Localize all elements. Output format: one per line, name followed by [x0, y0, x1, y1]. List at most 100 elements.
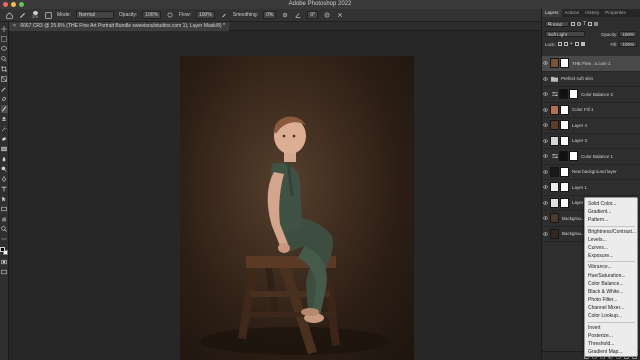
layer-mask-thumbnail[interactable] — [569, 151, 578, 162]
menu-item[interactable]: Selective Color... — [585, 356, 637, 360]
menu-item[interactable]: Curves... — [585, 244, 637, 252]
menu-item[interactable]: Posterize... — [585, 332, 637, 340]
type-tool-icon[interactable] — [1, 185, 8, 193]
visibility-eye-icon[interactable] — [542, 92, 549, 96]
document-tab[interactable]: × 6667.CR3 @ 25.6% (THE Fine Art Portrai… — [9, 22, 229, 31]
hand-tool-icon[interactable] — [1, 215, 8, 223]
layer-mask-thumbnail[interactable] — [560, 182, 569, 193]
layer-thumbnail[interactable] — [550, 182, 559, 193]
folder-icon[interactable] — [551, 75, 558, 82]
frame-tool-icon[interactable] — [1, 75, 8, 83]
layer-filter-select[interactable]: Kind — [545, 21, 569, 27]
filter-adjustment-icon[interactable] — [577, 22, 581, 26]
lock-position-icon[interactable]: + — [570, 41, 573, 47]
lasso-tool-icon[interactable] — [1, 45, 8, 53]
visibility-eye-icon[interactable] — [542, 108, 549, 112]
menu-item[interactable]: Gradient... — [585, 208, 637, 216]
layer-row[interactable]: Color Balance 1 — [542, 149, 640, 165]
visibility-eye-icon[interactable] — [542, 61, 549, 65]
menu-item[interactable]: Color Balance... — [585, 280, 637, 288]
brush-angle-icon[interactable] — [294, 11, 302, 19]
marquee-tool-icon[interactable] — [1, 35, 8, 43]
visibility-eye-icon[interactable] — [542, 170, 549, 174]
zoom-tool-icon[interactable] — [1, 225, 8, 233]
layer-row[interactable]: Layer 1 — [542, 180, 640, 196]
pressure-size-icon[interactable] — [323, 11, 331, 19]
menu-item[interactable]: Hue/Saturation... — [585, 272, 637, 280]
layer-thumbnail[interactable] — [559, 89, 568, 100]
menu-item[interactable]: Exposure... — [585, 252, 637, 260]
visibility-eye-icon[interactable] — [542, 201, 549, 205]
layer-thumbnail[interactable] — [550, 197, 559, 208]
layer-mask-thumbnail[interactable] — [560, 58, 569, 69]
filter-type-icon[interactable]: T — [583, 21, 586, 27]
blend-mode-select[interactable]: Soft Light — [545, 31, 585, 37]
gradient-tool-icon[interactable] — [1, 145, 8, 153]
layer-thumbnail[interactable] — [550, 166, 559, 177]
mode-select[interactable]: Normal — [75, 11, 114, 19]
home-icon[interactable] — [5, 11, 13, 19]
layer-thumbnail[interactable] — [550, 104, 559, 115]
visibility-eye-icon[interactable] — [542, 123, 549, 127]
layer-mask-thumbnail[interactable] — [560, 120, 569, 131]
close-tab-icon[interactable]: × — [13, 22, 16, 31]
dodge-tool-icon[interactable] — [1, 165, 8, 173]
minimize-window-button[interactable] — [11, 2, 16, 7]
smoothing-field[interactable]: 0% — [263, 11, 277, 19]
menu-item[interactable]: Channel Mixer... — [585, 304, 637, 312]
color-swatches[interactable] — [0, 247, 8, 256]
rectangle-tool-icon[interactable] — [1, 205, 8, 213]
filter-shape-icon[interactable] — [588, 22, 593, 26]
layer-thumbnail[interactable] — [559, 151, 568, 162]
visibility-eye-icon[interactable] — [542, 139, 549, 143]
airbrush-icon[interactable] — [220, 11, 228, 19]
menu-item[interactable]: Brightness/Contrast... — [585, 228, 637, 236]
visibility-eye-icon[interactable] — [542, 154, 549, 158]
layer-thumbnail[interactable] — [550, 58, 559, 69]
tab-actions[interactable]: Actions — [562, 9, 583, 17]
flow-field[interactable]: 100% — [196, 11, 215, 19]
move-tool-icon[interactable] — [1, 25, 8, 33]
brush-size-icon[interactable]: 270 — [31, 11, 39, 19]
tab-history[interactable]: History — [582, 9, 602, 17]
brush-tool-preset-icon[interactable] — [18, 11, 26, 19]
menu-item[interactable]: Levels... — [585, 236, 637, 244]
layer-mask-thumbnail[interactable] — [560, 197, 569, 208]
smoothing-settings-icon[interactable] — [281, 11, 289, 19]
more-tools-icon[interactable] — [1, 235, 8, 243]
clone-stamp-tool-icon[interactable] — [1, 115, 8, 123]
layer-mask-thumbnail[interactable] — [560, 135, 569, 146]
quick-select-tool-icon[interactable] — [1, 55, 8, 63]
close-window-button[interactable] — [3, 2, 8, 7]
menu-item[interactable]: Threshold... — [585, 340, 637, 348]
symmetry-icon[interactable] — [336, 11, 344, 19]
canvas-area[interactable] — [9, 31, 541, 360]
menu-item[interactable]: Color Lookup... — [585, 312, 637, 320]
layer-thumbnail[interactable] — [550, 120, 559, 131]
pressure-opacity-icon[interactable] — [166, 11, 174, 19]
layer-mask-thumbnail[interactable] — [560, 166, 569, 177]
layer-row[interactable]: Layer 3 — [542, 134, 640, 149]
fill-field[interactable]: 100% — [619, 41, 637, 47]
layer-row[interactable]: Color Fill 1 — [542, 103, 640, 118]
brush-tool-icon[interactable] — [0, 105, 8, 113]
lock-all-icon[interactable] — [580, 42, 585, 46]
eyedropper-tool-icon[interactable] — [1, 85, 8, 93]
menu-item[interactable]: Black & White... — [585, 288, 637, 296]
panel-opacity-field[interactable]: 100% — [619, 31, 637, 37]
brush-settings-icon[interactable] — [44, 11, 52, 19]
layer-row[interactable]: Layer 4 — [542, 118, 640, 134]
path-selection-tool-icon[interactable] — [1, 195, 8, 203]
visibility-eye-icon[interactable] — [542, 77, 549, 81]
menu-item[interactable]: Photo Filter... — [585, 296, 637, 304]
menu-item[interactable]: Solid Color... — [585, 200, 637, 208]
layer-thumbnail[interactable] — [550, 135, 559, 146]
visibility-eye-icon[interactable] — [542, 185, 549, 189]
layer-row[interactable]: Perfect soft skin — [542, 72, 640, 87]
layer-row[interactable]: THE Fine...s.com 1 — [542, 56, 640, 72]
layer-row[interactable]: Color Balance 2 — [542, 87, 640, 103]
layer-thumbnail[interactable] — [550, 213, 559, 224]
screen-mode-icon[interactable] — [1, 268, 8, 276]
foreground-color-swatch[interactable] — [0, 247, 5, 252]
lock-artboard-icon[interactable] — [574, 42, 579, 46]
